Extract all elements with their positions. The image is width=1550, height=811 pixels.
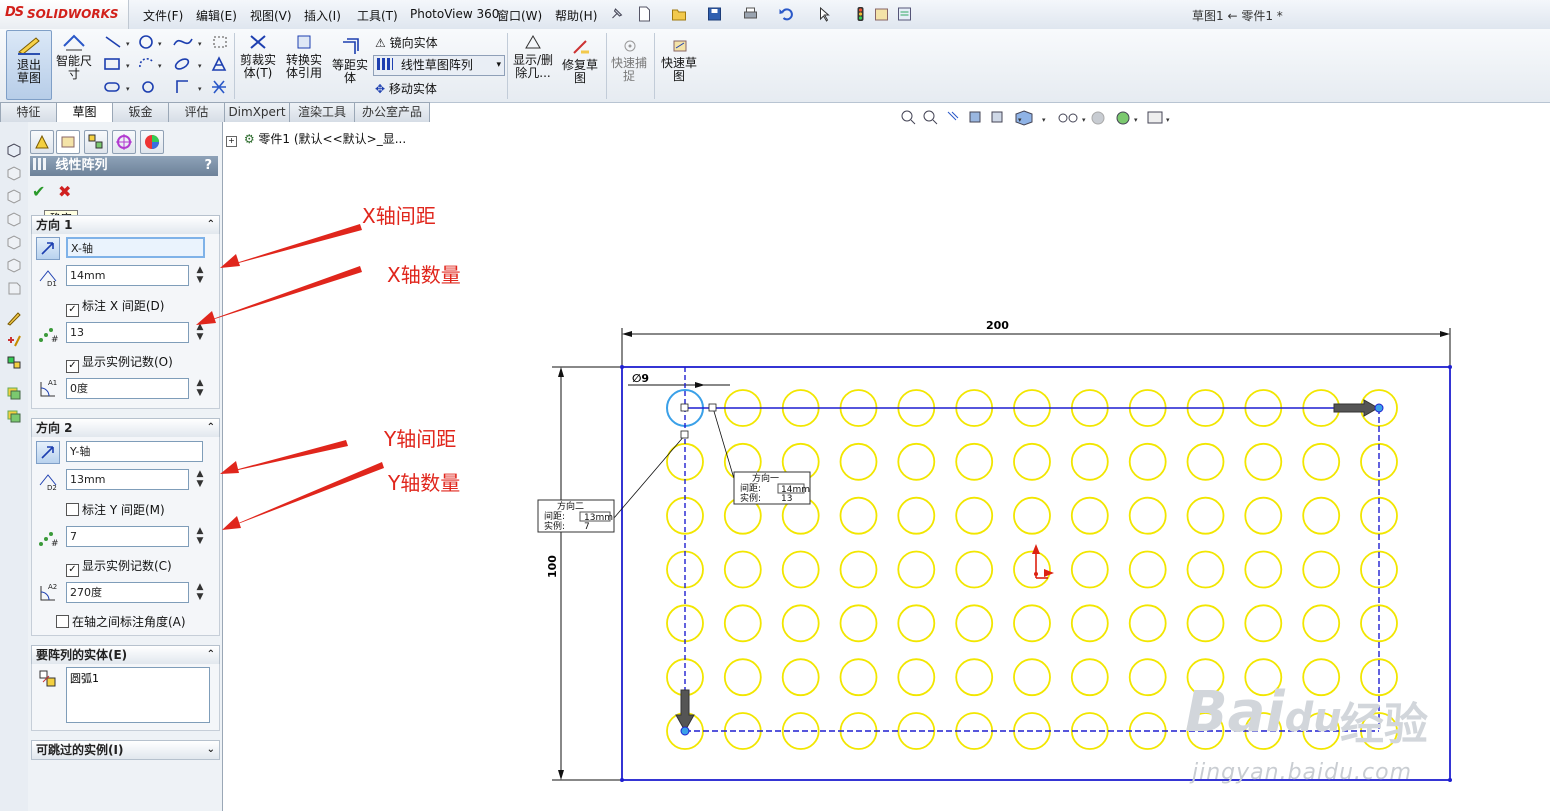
pattern-circle[interactable] [897, 550, 936, 589]
pattern-circle[interactable] [1186, 550, 1225, 589]
pattern-circle[interactable] [781, 604, 820, 643]
pattern-circle[interactable] [1070, 550, 1109, 589]
pattern-circle[interactable] [955, 496, 994, 535]
callout2-count-value: 7 [584, 522, 590, 532]
pattern-circle[interactable] [839, 604, 878, 643]
annotation-y-spacing: Y轴间距 [384, 427, 457, 451]
pattern-circle[interactable] [1302, 604, 1341, 643]
pattern-circle[interactable] [1013, 442, 1051, 481]
pattern-circle[interactable] [839, 550, 878, 589]
pattern-circle[interactable] [1070, 496, 1109, 535]
callout2-title: 方向二 [557, 500, 584, 512]
pattern-circle[interactable] [955, 442, 994, 481]
pattern-circle[interactable] [1128, 496, 1167, 535]
pattern-circle[interactable] [1128, 658, 1167, 697]
width-dimension-text[interactable]: 200 [986, 319, 1009, 332]
pattern-circle[interactable] [897, 496, 936, 535]
pattern-circle[interactable] [723, 658, 762, 697]
pattern-circle[interactable] [1244, 496, 1283, 535]
baidu-watermark-logo: Baidu [1185, 680, 1342, 745]
direction1-callout[interactable]: 方向一 间距: 14mm 实例: 13 [733, 471, 811, 505]
pattern-circle[interactable] [781, 550, 820, 589]
callout1-title: 方向一 [752, 472, 779, 484]
pattern-circle[interactable] [1302, 442, 1341, 481]
pattern-circle[interactable] [1070, 658, 1109, 697]
pattern-circle[interactable] [1070, 442, 1109, 481]
callout2-count-label: 实例: [544, 520, 565, 532]
callout1-spacing-label: 间距: [740, 482, 761, 494]
pattern-circle[interactable] [955, 550, 994, 589]
pattern-circle[interactable] [897, 442, 936, 481]
pattern-circle[interactable] [723, 550, 762, 589]
direction2-callout[interactable]: 方向二 间距: 13mm 实例: 7 [537, 499, 615, 533]
pattern-circle[interactable] [955, 604, 994, 643]
pattern-circle[interactable] [1013, 658, 1051, 697]
pattern-circle[interactable] [1302, 496, 1341, 535]
pattern-circle[interactable] [1013, 496, 1051, 535]
pattern-circle[interactable] [897, 604, 936, 643]
pattern-circle[interactable] [839, 442, 878, 481]
pattern-circle[interactable] [1186, 496, 1225, 535]
pattern-circle[interactable] [1070, 604, 1109, 643]
pattern-circle[interactable] [955, 658, 994, 697]
callout1-count-value: 13 [781, 494, 792, 504]
callout2-spacing-label: 间距: [544, 510, 565, 522]
pattern-circle[interactable] [1302, 550, 1341, 589]
pattern-circle[interactable] [1244, 442, 1283, 481]
annotation-x-spacing: X轴间距 [362, 204, 436, 228]
pattern-circle[interactable] [1244, 604, 1283, 643]
annotation-y-count: Y轴数量 [388, 471, 461, 495]
diameter-dimension-text[interactable]: ∅9 [632, 372, 649, 385]
pattern-circle[interactable] [1128, 604, 1167, 643]
pattern-circle[interactable] [1244, 550, 1283, 589]
pattern-circle[interactable] [839, 658, 878, 697]
annotation-arrows [196, 224, 384, 530]
pattern-circle[interactable] [1186, 604, 1225, 643]
watermark-url: jingyan.baidu.com [1192, 760, 1413, 785]
pattern-circle[interactable] [897, 658, 936, 697]
pattern-circle[interactable] [1128, 442, 1167, 481]
height-dimension-text[interactable]: 100 [546, 555, 559, 578]
sketch-origin-icon [1032, 544, 1054, 579]
annotation-x-count: X轴数量 [387, 263, 461, 287]
watermark-logo-part1: Bai [1185, 680, 1285, 745]
pattern-circle[interactable] [1186, 442, 1225, 481]
pattern-circle[interactable] [1128, 550, 1167, 589]
direction1-arrow-icon[interactable] [1333, 399, 1384, 417]
pattern-circle[interactable] [839, 496, 878, 535]
callout1-count-label: 实例: [740, 492, 761, 504]
direction2-arrow-icon[interactable] [675, 689, 695, 736]
watermark-text: 经验 [1340, 699, 1428, 750]
pattern-circle[interactable] [781, 658, 820, 697]
watermark-logo-part2: du [1284, 695, 1342, 741]
pattern-circle[interactable] [1013, 604, 1051, 643]
pattern-circle[interactable] [723, 604, 762, 643]
